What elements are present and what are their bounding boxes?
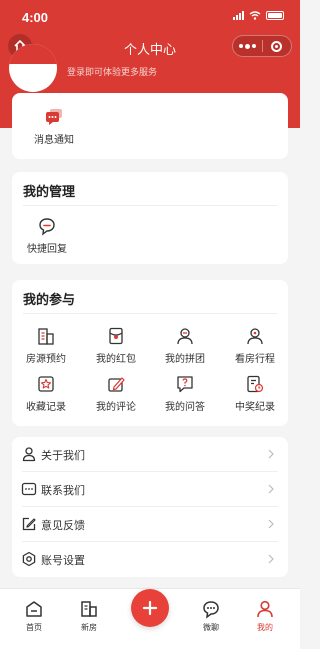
prize-record-label: 中奖纪录	[235, 402, 275, 413]
edit-icon	[22, 517, 36, 531]
comments-label: 我的评论	[96, 402, 136, 413]
quick-reply-label: 快捷回复	[27, 244, 67, 255]
building-icon	[38, 328, 54, 345]
user-icon	[22, 447, 36, 462]
management-title: 我的管理	[23, 184, 76, 199]
messages-card: 消息通知	[12, 93, 288, 159]
chat-bubble-icon	[46, 109, 62, 125]
itinerary-item[interactable]: 看房行程	[227, 326, 283, 365]
tab-new-homes-label: 新房	[81, 623, 97, 632]
add-button[interactable]	[131, 589, 169, 627]
red-packet-item[interactable]: 我的红包	[88, 326, 144, 365]
tab-chat-label: 微聊	[203, 623, 219, 632]
about-label: 关于我们	[41, 450, 85, 462]
tab-home-label: 首页	[26, 623, 42, 632]
chat-dots-icon	[21, 482, 37, 496]
chevron-right-icon	[268, 484, 274, 494]
tab-new-homes[interactable]: 新房	[64, 599, 114, 633]
login-hint[interactable]: 登录即可体验更多服务	[67, 65, 157, 78]
mini-program-capsule	[232, 35, 292, 57]
quick-reply-item[interactable]: 快捷回复	[23, 216, 71, 255]
settings-icon	[22, 551, 36, 567]
person-icon	[257, 600, 273, 618]
avatar[interactable]	[9, 44, 57, 92]
tab-mine-label: 我的	[257, 623, 273, 632]
divider	[23, 205, 277, 206]
reservation-item[interactable]: 房源预约	[18, 326, 74, 365]
itinerary-icon	[247, 328, 263, 345]
more-button[interactable]	[233, 43, 262, 49]
feedback-label: 意见反馈	[41, 520, 85, 532]
chevron-right-icon	[268, 519, 274, 529]
reservation-label: 房源预约	[26, 354, 66, 365]
group-buy-label: 我的拼团	[165, 354, 205, 365]
quick-reply-icon	[39, 218, 55, 236]
record-icon	[271, 40, 283, 52]
account-settings-label: 账号设置	[41, 555, 85, 567]
tab-mine[interactable]: 我的	[240, 599, 290, 633]
settings-list: 关于我们 联系我们 意见反馈 账号设置	[12, 437, 288, 577]
status-time: 4:00	[22, 10, 49, 25]
chevron-right-icon	[268, 449, 274, 459]
star-icon	[38, 376, 54, 392]
plus-icon	[142, 600, 158, 616]
management-card: 我的管理 快捷回复	[12, 172, 288, 264]
red-packet-icon	[109, 327, 123, 345]
chat-icon	[203, 601, 219, 619]
contact-label: 联系我们	[41, 485, 85, 497]
close-button[interactable]	[263, 40, 292, 52]
tab-chat[interactable]: 微聊	[186, 599, 236, 633]
list-item-feedback[interactable]: 意见反馈	[12, 507, 288, 542]
wifi-icon	[249, 11, 261, 20]
status-bar: 4:00	[0, 0, 300, 34]
qa-label: 我的问答	[165, 402, 205, 413]
question-icon	[177, 376, 193, 393]
group-buy-item[interactable]: 我的拼团	[157, 326, 213, 365]
signal-icon	[233, 11, 244, 20]
battery-icon	[266, 11, 284, 20]
comments-item[interactable]: 我的评论	[88, 374, 144, 413]
tab-home[interactable]: 首页	[9, 599, 59, 633]
favorites-label: 收藏记录	[26, 402, 66, 413]
home-icon	[26, 601, 42, 617]
list-item-account-settings[interactable]: 账号设置	[12, 542, 288, 577]
prize-icon	[247, 375, 264, 393]
participation-title: 我的参与	[23, 292, 76, 307]
list-item-contact[interactable]: 联系我们	[12, 472, 288, 507]
list-item-about[interactable]: 关于我们	[12, 437, 288, 472]
status-icons	[233, 11, 284, 20]
comment-icon	[108, 377, 125, 392]
favorites-item[interactable]: 收藏记录	[18, 374, 74, 413]
divider	[23, 313, 277, 314]
prize-record-item[interactable]: 中奖纪录	[227, 374, 283, 413]
itinerary-label: 看房行程	[235, 354, 275, 365]
message-notifications-item[interactable]: 消息通知	[30, 107, 78, 146]
red-packet-label: 我的红包	[96, 354, 136, 365]
chevron-right-icon	[268, 554, 274, 564]
building-icon	[81, 601, 97, 617]
group-icon	[177, 328, 193, 345]
participation-card: 我的参与 房源预约 我的红包 我的拼团 看房行程 收藏记录 我的评论 我的问答 …	[12, 280, 288, 426]
qa-item[interactable]: 我的问答	[157, 374, 213, 413]
message-notifications-label: 消息通知	[34, 135, 74, 146]
